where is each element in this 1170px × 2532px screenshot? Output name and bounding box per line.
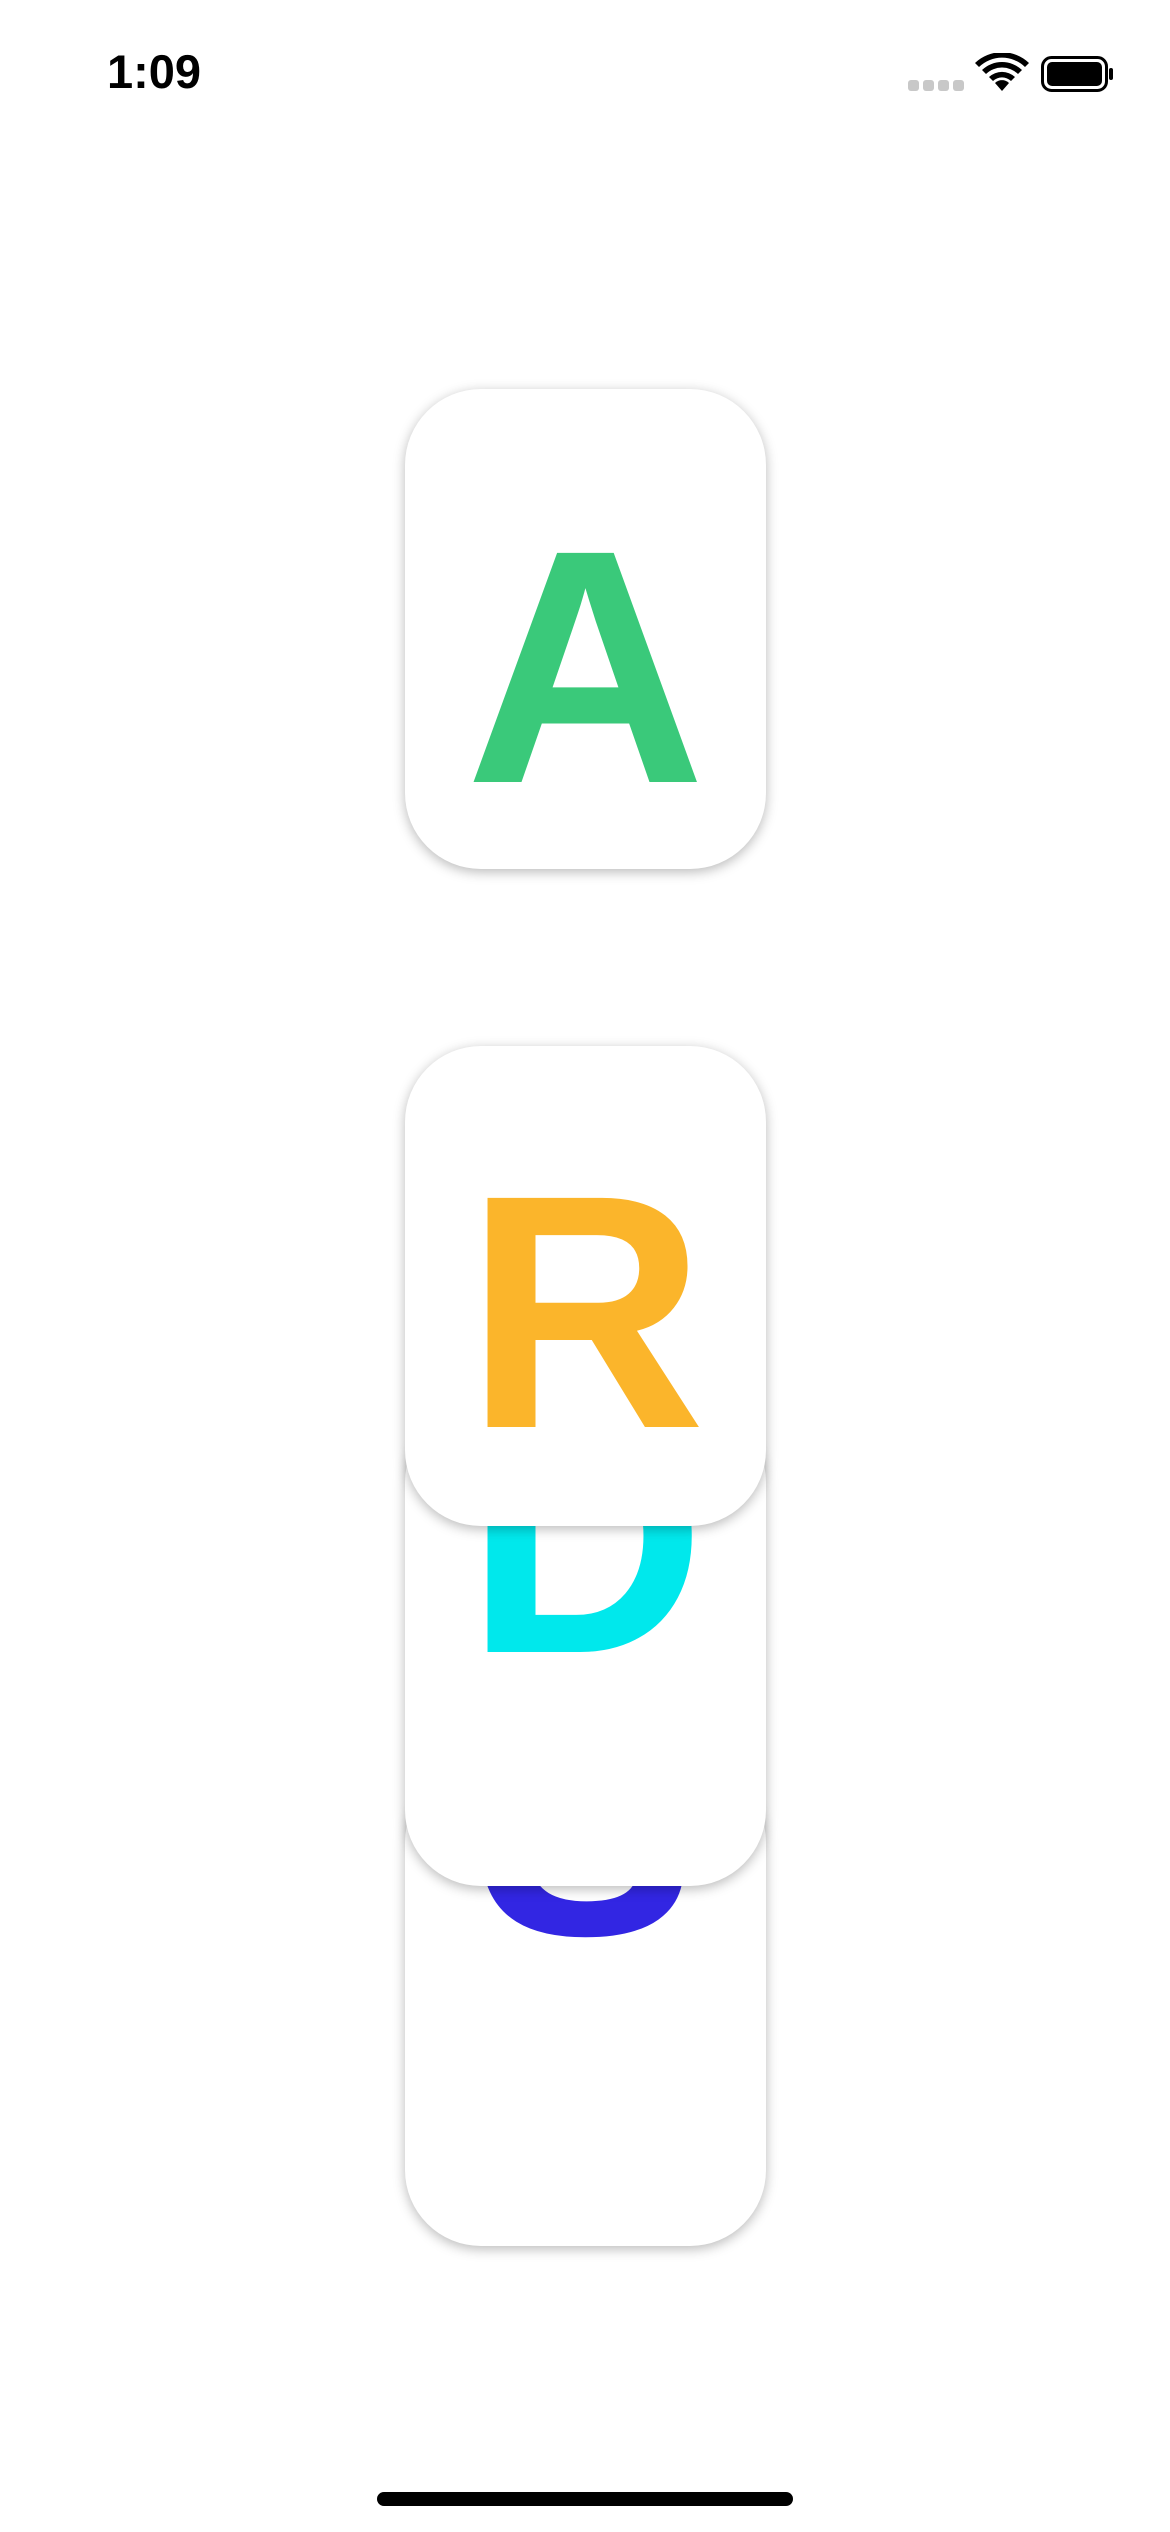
signal-icon — [908, 80, 964, 94]
card-r[interactable]: R — [405, 1046, 766, 1526]
card-letter: R — [465, 1126, 706, 1498]
card-a[interactable]: A — [405, 389, 766, 869]
battery-icon — [1041, 56, 1115, 92]
status-bar: 1:09 — [0, 0, 1170, 150]
home-indicator[interactable] — [377, 2492, 793, 2506]
card-letter: A — [465, 481, 706, 853]
status-time: 1:09 — [107, 45, 202, 98]
wifi-icon — [975, 52, 1029, 93]
